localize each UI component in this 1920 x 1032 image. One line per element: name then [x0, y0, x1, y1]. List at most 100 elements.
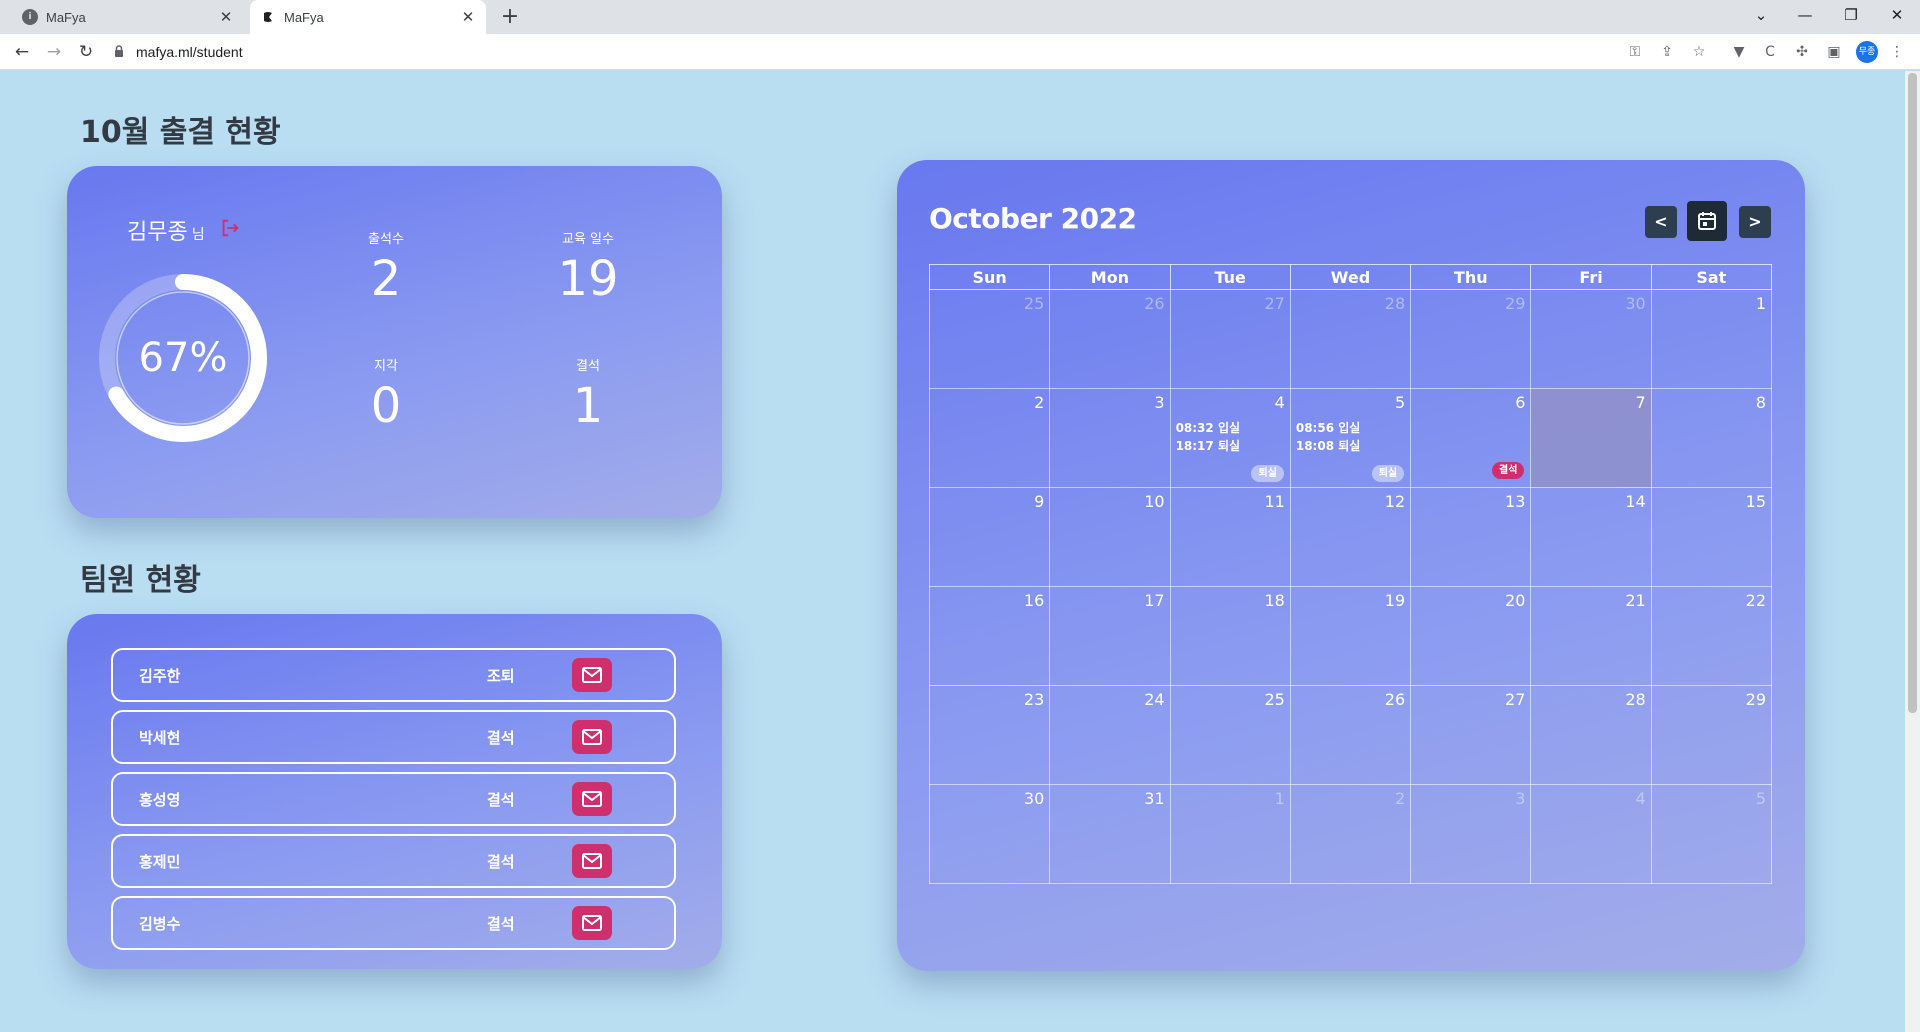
- new-tab-button[interactable]: +: [496, 3, 524, 31]
- browser-tab[interactable]: i MaFya ✕: [12, 0, 244, 34]
- day-number: 15: [1745, 492, 1766, 511]
- address-bar[interactable]: mafya.ml/student: [110, 37, 1635, 67]
- send-mail-button[interactable]: [572, 782, 612, 816]
- calendar-prev-button[interactable]: <: [1645, 206, 1677, 238]
- calendar-card: October 2022 < > Sun Mon Tue Wed Thu Fri Sat 2…: [897, 160, 1805, 971]
- send-mail-button[interactable]: [572, 658, 612, 692]
- calendar-day-cell[interactable]: 3: [1410, 784, 1532, 884]
- url-text: mafya.ml/student: [136, 44, 243, 60]
- calendar-day-cell[interactable]: 28: [1530, 685, 1652, 785]
- calendar-day-cell[interactable]: 1: [1169, 784, 1291, 884]
- calendar-day-cell[interactable]: 1: [1650, 289, 1773, 389]
- attendance-section-title: 10월 출결 현황: [80, 115, 281, 150]
- calendar-day-cell[interactable]: 15: [1650, 487, 1773, 587]
- calendar-day-cell[interactable]: 11: [1169, 487, 1291, 587]
- side-panel-icon[interactable]: ▣: [1823, 41, 1845, 63]
- calendar-day-cell[interactable]: 17: [1049, 586, 1171, 686]
- calendar-day-cell[interactable]: 18: [1169, 586, 1291, 686]
- lock-icon[interactable]: [114, 44, 128, 60]
- calendar-day-cell[interactable]: 20: [1410, 586, 1532, 686]
- calendar-day-cell[interactable]: 27: [1410, 685, 1532, 785]
- calendar-day-cell-today[interactable]: 7: [1530, 388, 1652, 488]
- day-number: 22: [1745, 591, 1766, 610]
- close-window-button[interactable]: ✕: [1874, 0, 1920, 34]
- calendar-day-cell[interactable]: 25: [928, 289, 1051, 389]
- calendar-day-cell[interactable]: 30: [1530, 289, 1652, 389]
- calendar-day-cell[interactable]: 5 08:56 입실 18:08 퇴실 퇴실: [1289, 388, 1412, 488]
- calendar-day-cell[interactable]: 14: [1530, 487, 1652, 587]
- calendar-day-cell[interactable]: 28: [1289, 289, 1412, 389]
- calendar-day-cell[interactable]: 26: [1049, 289, 1171, 389]
- maximize-button[interactable]: ❐: [1828, 0, 1874, 34]
- calendar-icon: [1698, 212, 1716, 230]
- stat-education-days: 교육 일수 19: [518, 228, 658, 307]
- calendar-day-cell[interactable]: 8: [1650, 388, 1773, 488]
- calendar-day-cell[interactable]: 2: [928, 388, 1051, 488]
- stat-value: 19: [557, 251, 619, 307]
- calendar-day-cell[interactable]: 4 08:32 입실 18:17 퇴실 퇴실: [1169, 388, 1291, 488]
- send-mail-button[interactable]: [572, 720, 612, 754]
- key-icon[interactable]: ⚿: [1624, 41, 1646, 63]
- share-icon[interactable]: ⇪: [1656, 41, 1678, 63]
- extension-c-icon[interactable]: C: [1759, 41, 1781, 63]
- minimize-button[interactable]: —: [1782, 0, 1828, 34]
- page-scrollbar[interactable]: [1905, 71, 1920, 1032]
- browser-tab-active[interactable]: MaFya ✕: [250, 0, 486, 34]
- member-status: 결석: [487, 790, 515, 809]
- calendar-day-cell[interactable]: 23: [928, 685, 1051, 785]
- calendar-day-cell[interactable]: 6 결석: [1410, 388, 1532, 488]
- forward-button[interactable]: →: [40, 38, 68, 66]
- user-suffix: 님: [191, 227, 205, 243]
- calendar-day-cell[interactable]: 3: [1049, 388, 1171, 488]
- extensions-puzzle-icon[interactable]: ✣: [1791, 41, 1813, 63]
- member-name: 박세현: [139, 728, 181, 747]
- reload-button[interactable]: ↻: [72, 38, 100, 66]
- logout-icon[interactable]: [219, 217, 241, 239]
- more-menu-icon[interactable]: ⋮: [1886, 41, 1908, 63]
- day-number: 17: [1144, 591, 1165, 610]
- calendar-day-cell[interactable]: 16: [928, 586, 1051, 686]
- weekday-header: Sat: [1650, 264, 1773, 290]
- calendar-day-cell[interactable]: 12: [1289, 487, 1412, 587]
- send-mail-button[interactable]: [572, 906, 612, 940]
- browser-toolbar: ← → ↻ mafya.ml/student ⚿ ⇪ ☆ ▼ C ✣ ▣ 무종 …: [0, 34, 1920, 70]
- calendar-day-cell[interactable]: 2: [1289, 784, 1412, 884]
- tab-title: MaFya: [284, 9, 324, 25]
- day-number: 1: [1274, 789, 1285, 808]
- profile-avatar[interactable]: 무종: [1856, 41, 1878, 63]
- member-status: 결석: [487, 852, 515, 871]
- back-button[interactable]: ←: [8, 38, 36, 66]
- calendar-day-cell[interactable]: 9: [928, 487, 1051, 587]
- calendar-day-cell[interactable]: 27: [1169, 289, 1291, 389]
- calendar-day-cell[interactable]: 24: [1049, 685, 1171, 785]
- day-number: 30: [1023, 789, 1045, 808]
- calendar-today-button[interactable]: [1687, 201, 1727, 241]
- calendar-day-cell[interactable]: 29: [1650, 685, 1773, 785]
- calendar-day-cell[interactable]: 30: [928, 784, 1051, 884]
- tab-search-icon[interactable]: ⌄: [1738, 0, 1784, 34]
- stat-absent-count: 결석 1: [518, 355, 658, 434]
- close-icon[interactable]: ✕: [216, 8, 236, 26]
- mail-icon: [582, 791, 602, 807]
- calendar-day-cell[interactable]: 22: [1650, 586, 1773, 686]
- calendar-day-cell[interactable]: 26: [1289, 685, 1412, 785]
- calendar-day-cell[interactable]: 21: [1530, 586, 1652, 686]
- calendar-day-cell[interactable]: 31: [1049, 784, 1171, 884]
- send-mail-button[interactable]: [572, 844, 612, 878]
- calendar-day-cell[interactable]: 13: [1410, 487, 1532, 587]
- mail-icon: [582, 915, 602, 931]
- calendar-day-cell[interactable]: 10: [1049, 487, 1171, 587]
- calendar-day-cell[interactable]: 19: [1289, 586, 1412, 686]
- calendar-day-cell[interactable]: 29: [1410, 289, 1532, 389]
- close-icon[interactable]: ✕: [458, 8, 478, 26]
- calendar-day-cell[interactable]: 25: [1169, 685, 1291, 785]
- bookmark-star-icon[interactable]: ☆: [1688, 41, 1710, 63]
- calendar-month-title: October 2022: [929, 202, 1137, 235]
- attendance-card: 김무종 님 67% 출석수 2 교육 일수 19 지각 0 결석 1: [67, 166, 722, 518]
- extension-v-icon[interactable]: ▼: [1728, 41, 1750, 63]
- calendar-day-cell[interactable]: 4: [1530, 784, 1652, 884]
- calendar-next-button[interactable]: >: [1739, 206, 1771, 238]
- scrollbar-thumb[interactable]: [1908, 73, 1917, 713]
- weekday-header: Wed: [1289, 264, 1412, 290]
- calendar-day-cell[interactable]: 5: [1650, 784, 1773, 884]
